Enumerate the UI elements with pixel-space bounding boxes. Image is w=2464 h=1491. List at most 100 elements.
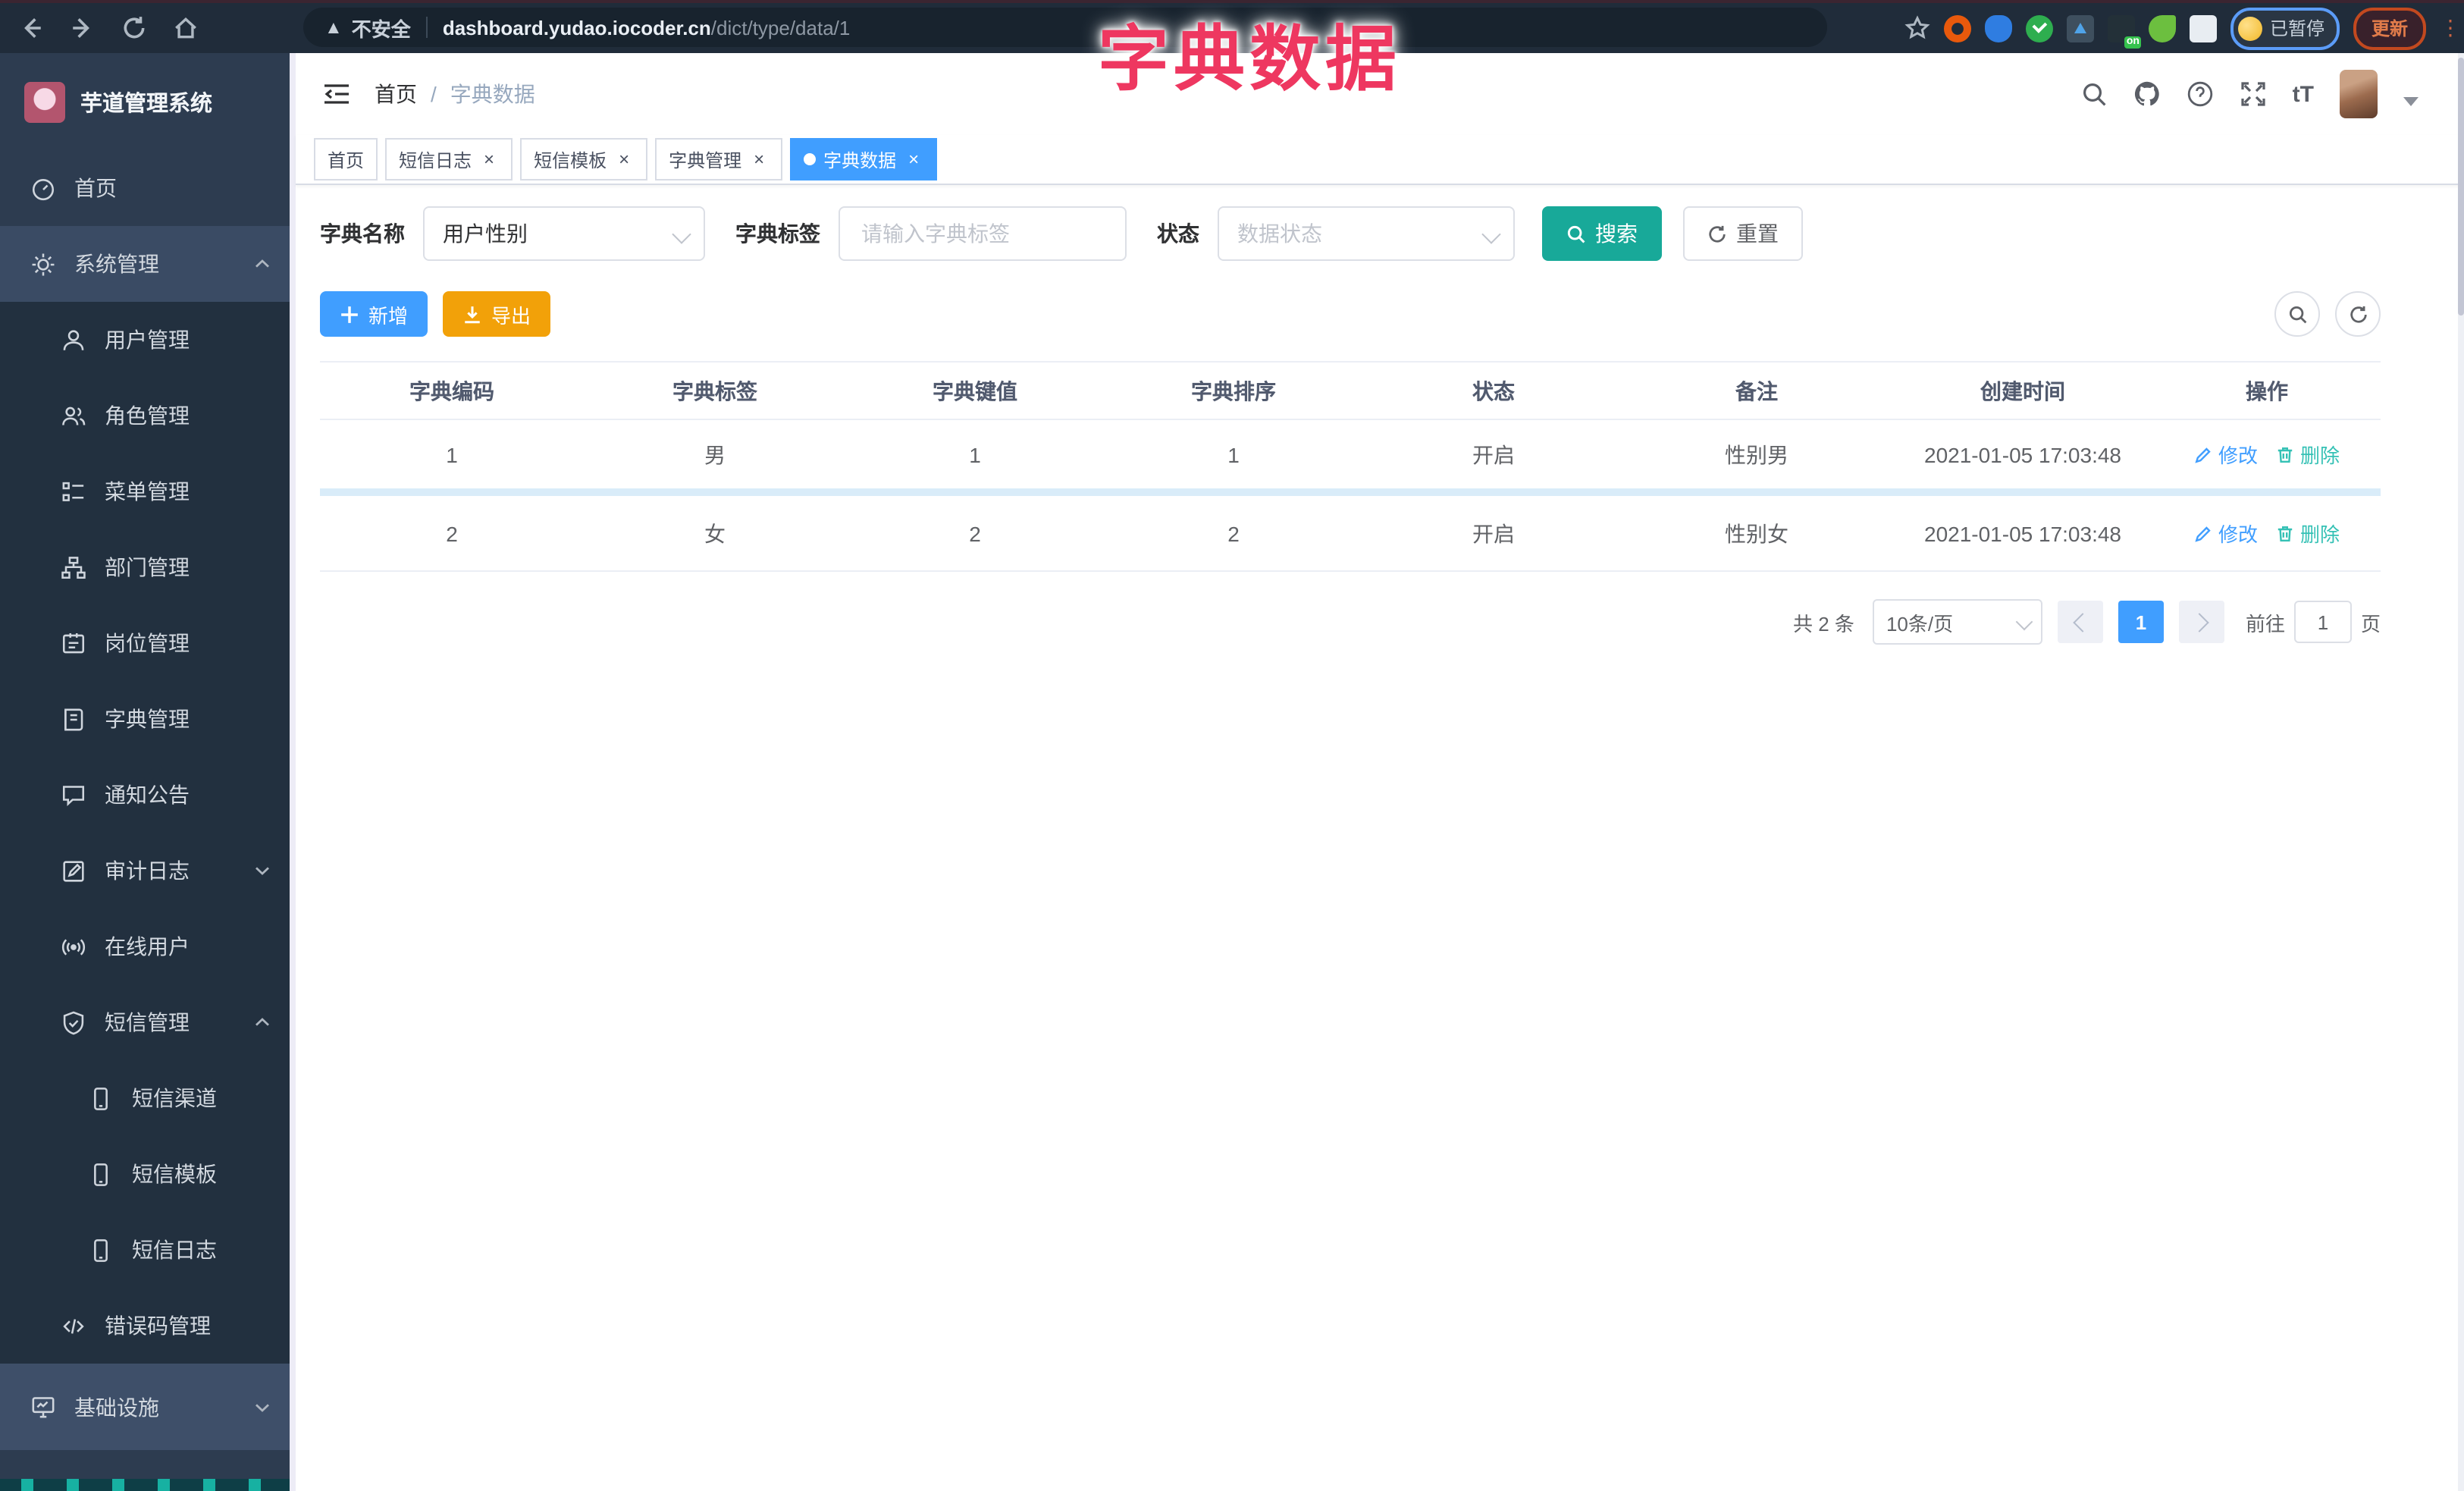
goto-label: 前往 xyxy=(2245,612,2285,635)
search-icon[interactable] xyxy=(2080,80,2108,108)
sprout-extension-icon[interactable] xyxy=(2148,14,2176,42)
shield-check-icon xyxy=(61,1009,86,1035)
close-icon[interactable]: × xyxy=(749,149,769,169)
search-button[interactable]: 搜索 xyxy=(1542,206,1662,261)
sidebar-scrollbar[interactable] xyxy=(290,53,296,1491)
sidebar-item-post-management[interactable]: 岗位管理 xyxy=(0,605,296,681)
reload-icon[interactable] xyxy=(121,15,147,41)
font-size-icon[interactable]: tT xyxy=(2293,81,2314,107)
github-icon[interactable] xyxy=(2133,80,2161,108)
tab-dict-management[interactable]: 字典管理 × xyxy=(655,138,783,180)
close-icon[interactable]: × xyxy=(479,149,499,169)
phone-icon xyxy=(88,1161,114,1187)
download-icon xyxy=(462,304,482,324)
sidebar-item-user-management[interactable]: 用户管理 xyxy=(0,302,296,378)
help-icon[interactable] xyxy=(2187,80,2214,108)
goto-page-input[interactable] xyxy=(2293,601,2352,643)
levels-extension-icon[interactable] xyxy=(2066,14,2094,42)
next-page-button[interactable] xyxy=(2178,601,2224,643)
page-size-select[interactable]: 10条/页 xyxy=(1872,599,2042,645)
sidebar: 芋道管理系统 首页 系统管理 用户管理 角色管理 菜单管理 部门管理 岗位管理 … xyxy=(0,53,296,1491)
bookmark-star-icon[interactable] xyxy=(1904,15,1930,41)
refresh-table-button[interactable] xyxy=(2335,291,2381,337)
col-header: 字典键值 xyxy=(933,378,1017,403)
home-icon[interactable] xyxy=(173,15,199,41)
col-header: 状态 xyxy=(1472,378,1515,403)
sidebar-item-system-management[interactable]: 系统管理 xyxy=(0,226,296,302)
close-icon[interactable]: × xyxy=(904,149,923,169)
table-header-row: 字典编码 字典标签 字典键值 字典排序 状态 备注 创建时间 操作 xyxy=(320,361,2381,420)
forward-icon[interactable] xyxy=(70,15,96,41)
delete-link[interactable]: 删除 xyxy=(2276,440,2340,469)
table-row[interactable]: 1 男 1 1 开启 性别男 2021-01-05 17:03:48 修改 删除 xyxy=(320,420,2381,496)
menu-list-icon xyxy=(61,479,86,504)
chevron-down-icon xyxy=(1481,224,1501,244)
cell-dict-code: 1 xyxy=(446,442,458,466)
main-content: 首页 / 字典数据 tT 首页 短信日志 × 短信模板 × 字典管理 × 字典数… xyxy=(296,53,2464,1491)
reset-button[interactable]: 重置 xyxy=(1683,206,1803,261)
sidebar-item-sms-management[interactable]: 短信管理 xyxy=(0,984,296,1060)
address-divider xyxy=(425,17,428,38)
sidebar-item-online-users[interactable]: 在线用户 xyxy=(0,909,296,984)
dict-label-input[interactable] xyxy=(858,220,1107,247)
kebab-menu-icon[interactable]: ⋮ xyxy=(2440,17,2461,38)
orange-extension-icon[interactable] xyxy=(1943,14,1971,42)
puzzle-extensions-icon[interactable] xyxy=(2189,14,2217,42)
sidebar-item-role-management[interactable]: 角色管理 xyxy=(0,378,296,454)
sidebar-item-sms-template[interactable]: 短信模板 xyxy=(0,1136,296,1212)
avatar-caret-icon[interactable] xyxy=(2403,97,2419,106)
sidebar-item-infrastructure[interactable]: 基础设施 xyxy=(0,1364,296,1450)
cell-create-time: 2021-01-05 17:03:48 xyxy=(1924,521,2121,545)
sidebar-item-notice-management[interactable]: 通知公告 xyxy=(0,757,296,833)
tab-home[interactable]: 首页 xyxy=(314,138,378,180)
sidebar-item-sms-channel[interactable]: 短信渠道 xyxy=(0,1060,296,1136)
roles-icon xyxy=(61,403,86,428)
fullscreen-icon[interactable] xyxy=(2240,80,2267,108)
tab-sms-log[interactable]: 短信日志 × xyxy=(385,138,513,180)
address-bar[interactable]: ▲ 不安全 dashboard.yudao.iocoder.cn /dict/t… xyxy=(303,8,1827,47)
sidebar-fold-icon[interactable] xyxy=(323,82,350,106)
dict-label-input-wrap xyxy=(839,206,1127,261)
blue-extension-icon[interactable] xyxy=(1984,14,2012,42)
pencil-icon xyxy=(2195,447,2211,463)
cell-dict-sort: 1 xyxy=(1227,442,1240,466)
tab-dict-data[interactable]: 字典数据 × xyxy=(790,138,938,180)
page-body: 字典名称 用户性别 字典标签 状态 数据状态 xyxy=(296,185,2464,1491)
current-page[interactable]: 1 xyxy=(2118,601,2164,643)
app-logo-row[interactable]: 芋道管理系统 xyxy=(0,53,296,150)
sidebar-item-menu-management[interactable]: 菜单管理 xyxy=(0,454,296,529)
app-title: 芋道管理系统 xyxy=(80,92,212,116)
delete-link[interactable]: 删除 xyxy=(2276,519,2340,548)
sidebar-item-sms-log[interactable]: 短信日志 xyxy=(0,1212,296,1288)
sidebar-item-dept-management[interactable]: 部门管理 xyxy=(0,529,296,605)
dict-name-select[interactable]: 用户性别 xyxy=(423,206,705,261)
back-icon[interactable] xyxy=(18,15,44,41)
export-button[interactable]: 导出 xyxy=(443,291,551,337)
prev-page-button[interactable] xyxy=(2057,601,2103,643)
sidebar-item-audit-log[interactable]: 审计日志 xyxy=(0,833,296,909)
tab-sms-template[interactable]: 短信模板 × xyxy=(520,138,648,180)
table-row[interactable]: 2 女 2 2 开启 性别女 2021-01-05 17:03:48 修改 删除 xyxy=(320,496,2381,572)
chrome-update-button[interactable]: 更新 xyxy=(2353,7,2426,49)
edit-link[interactable]: 修改 xyxy=(2194,440,2258,469)
close-icon[interactable]: × xyxy=(614,149,634,169)
add-button[interactable]: 新增 xyxy=(320,291,428,337)
on-badge-extension-icon[interactable]: on xyxy=(2107,14,2141,48)
green-check-extension-icon[interactable] xyxy=(2025,14,2053,42)
page-scrollbar-thumb[interactable] xyxy=(2458,58,2464,315)
chevron-left-icon xyxy=(2073,612,2093,632)
browser-profile-chip[interactable]: 已暂停 xyxy=(2230,7,2340,49)
user-avatar[interactable] xyxy=(2340,70,2378,118)
edit-link[interactable]: 修改 xyxy=(2194,519,2258,548)
sidebar-item-error-code-management[interactable]: 错误码管理 xyxy=(0,1288,296,1364)
sidebar-item-dict-management[interactable]: 字典管理 xyxy=(0,681,296,757)
col-header: 字典排序 xyxy=(1191,378,1276,403)
breadcrumb: 首页 / 字典数据 xyxy=(375,79,535,109)
sidebar-item-home[interactable]: 首页 xyxy=(0,150,296,226)
dashboard-icon xyxy=(30,175,56,201)
breadcrumb-home[interactable]: 首页 xyxy=(375,79,417,109)
toggle-search-button[interactable] xyxy=(2274,291,2320,337)
dict-name-label: 字典名称 xyxy=(320,221,405,246)
status-select[interactable]: 数据状态 xyxy=(1218,206,1515,261)
monitor-icon xyxy=(30,1394,56,1420)
